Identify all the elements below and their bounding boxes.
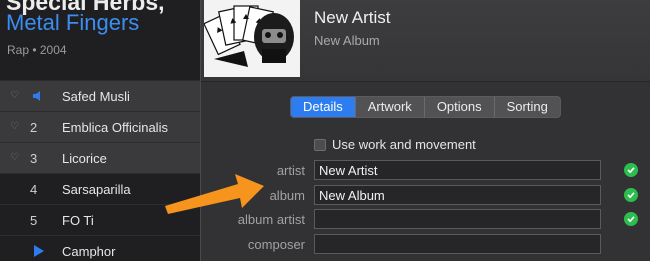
composer-field[interactable] xyxy=(314,234,601,254)
track-name: Licorice xyxy=(62,150,107,166)
track-number: 3 xyxy=(30,150,38,166)
check-icon xyxy=(624,188,638,202)
artist-field[interactable]: New Artist xyxy=(314,160,601,180)
header-artist: New Artist xyxy=(314,8,391,27)
album-pane: Special Herbs, Metal Fingers Rap • 2004 … xyxy=(0,0,200,261)
tab-details[interactable]: Details xyxy=(291,97,356,117)
work-movement-option[interactable]: Use work and movement xyxy=(314,137,476,152)
album-artwork[interactable] xyxy=(204,0,300,77)
tab-artwork[interactable]: Artwork xyxy=(356,97,425,117)
heart-icon[interactable]: ♡ xyxy=(10,122,21,132)
work-movement-label: Use work and movement xyxy=(332,137,476,152)
work-movement-checkbox[interactable] xyxy=(314,138,326,151)
get-info-dialog: New Artist New Album Details Artwork Opt… xyxy=(200,0,650,261)
track-number: 2 xyxy=(30,119,38,135)
heart-icon[interactable]: ♡ xyxy=(10,153,21,163)
speaker-icon xyxy=(33,91,40,101)
track-name: Safed Musli xyxy=(62,88,130,104)
track-number: 5 xyxy=(30,212,38,228)
tab-options[interactable]: Options xyxy=(425,97,495,117)
album-title-link[interactable]: Metal Fingers xyxy=(6,10,139,36)
track-row[interactable]: Camphor xyxy=(0,235,200,261)
header-album: New Album xyxy=(314,33,380,48)
annotation-arrow xyxy=(165,174,264,214)
track-row[interactable]: ♡ Safed Musli xyxy=(0,80,200,111)
composer-label: composer xyxy=(247,237,305,252)
tab-bar: Details Artwork Options Sorting xyxy=(290,96,561,118)
dialog-header: New Artist New Album xyxy=(201,0,650,82)
play-icon[interactable] xyxy=(33,244,45,258)
tab-sorting[interactable]: Sorting xyxy=(495,97,560,117)
track-name: Sarsaparilla xyxy=(62,181,131,197)
check-icon xyxy=(624,163,638,177)
track-name: Emblica Officinalis xyxy=(62,119,168,135)
track-row[interactable]: ♡ 2 Emblica Officinalis xyxy=(0,111,200,142)
album-meta: Rap • 2004 xyxy=(7,43,67,57)
check-icon xyxy=(624,212,638,226)
album-artist-field[interactable] xyxy=(314,209,601,229)
track-number: 4 xyxy=(30,181,38,197)
artwork-image xyxy=(204,0,300,77)
album-field[interactable]: New Album xyxy=(314,185,601,205)
track-name: Camphor xyxy=(62,243,116,259)
heart-icon[interactable]: ♡ xyxy=(10,91,21,101)
track-name: FO Ti xyxy=(62,212,94,228)
